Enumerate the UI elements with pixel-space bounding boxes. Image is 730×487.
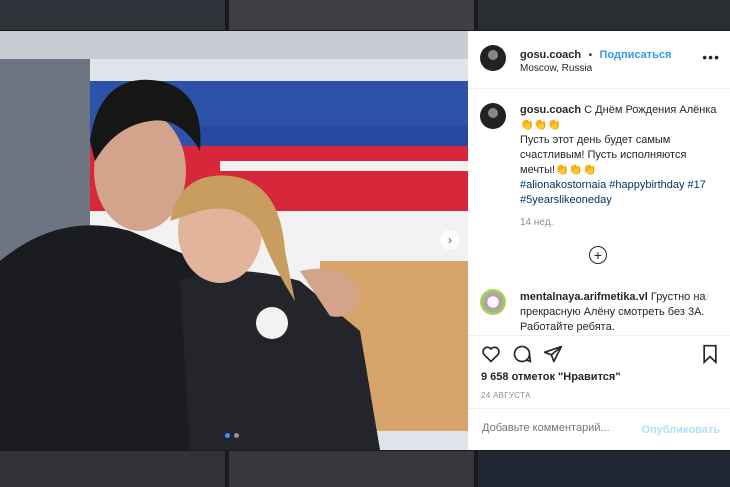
post-photo[interactable]: › xyxy=(0,31,468,450)
avatar[interactable] xyxy=(480,103,506,129)
comment-item: mentalnaya.arifmetika.vl Грустно на прек… xyxy=(520,290,710,335)
avatar[interactable] xyxy=(480,45,506,71)
post-age: 14 нед. xyxy=(520,217,554,228)
add-comment-input[interactable] xyxy=(480,421,634,435)
post-date: 24 АВГУСТА xyxy=(481,391,531,400)
publish-button[interactable]: Опубликовать xyxy=(641,424,720,436)
bookmark-icon[interactable] xyxy=(700,344,720,364)
post-actions: 9 658 отметок "Нравится" 24 АВГУСТА Опуб… xyxy=(468,335,730,451)
username-link[interactable]: gosu.coach xyxy=(520,49,581,61)
like-heart-icon[interactable] xyxy=(481,344,501,364)
carousel-dot xyxy=(234,433,239,438)
post-caption: gosu.coach С Днём Рождения Алёнка👏👏👏 Пус… xyxy=(520,103,720,208)
carousel-indicator xyxy=(225,433,239,438)
photo-illustration xyxy=(0,31,468,450)
location-link[interactable]: Moscow, Russia xyxy=(520,63,592,74)
commenter-avatar[interactable] xyxy=(480,289,506,315)
comment-like-icon[interactable]: ♡ xyxy=(701,293,710,304)
caption-hashtags[interactable]: #alionakostornaia #happybirthday #17 #5y… xyxy=(520,179,706,206)
post-side-panel: gosu.coach • Подписаться Moscow, Russia … xyxy=(468,31,730,450)
more-options-icon[interactable]: ••• xyxy=(702,49,720,65)
post-modal: › gosu.coach • Подписаться Moscow, Russi… xyxy=(0,31,730,450)
comments-section: gosu.coach С Днём Рождения Алёнка👏👏👏 Пус… xyxy=(468,89,730,335)
share-send-icon[interactable] xyxy=(543,344,563,364)
follow-button[interactable]: Подписаться xyxy=(600,49,672,61)
load-more-comments-button[interactable]: + xyxy=(589,246,607,264)
caption-line-2: Пусть этот день будет самым счастливым! … xyxy=(520,134,687,176)
chevron-right-icon: › xyxy=(448,233,452,247)
post-header: gosu.coach • Подписаться Moscow, Russia … xyxy=(468,31,730,89)
carousel-dot xyxy=(225,433,230,438)
separator: • xyxy=(588,50,593,61)
add-comment-bar: Опубликовать xyxy=(468,408,730,452)
header-line: gosu.coach • Подписаться xyxy=(520,45,671,63)
likes-count[interactable]: 9 658 отметок "Нравится" xyxy=(481,371,621,383)
next-photo-button[interactable]: › xyxy=(440,230,460,250)
comment-username[interactable]: mentalnaya.arifmetika.vl xyxy=(520,291,648,303)
caption-username[interactable]: gosu.coach xyxy=(520,104,581,116)
comment-bubble-icon[interactable] xyxy=(512,344,532,364)
